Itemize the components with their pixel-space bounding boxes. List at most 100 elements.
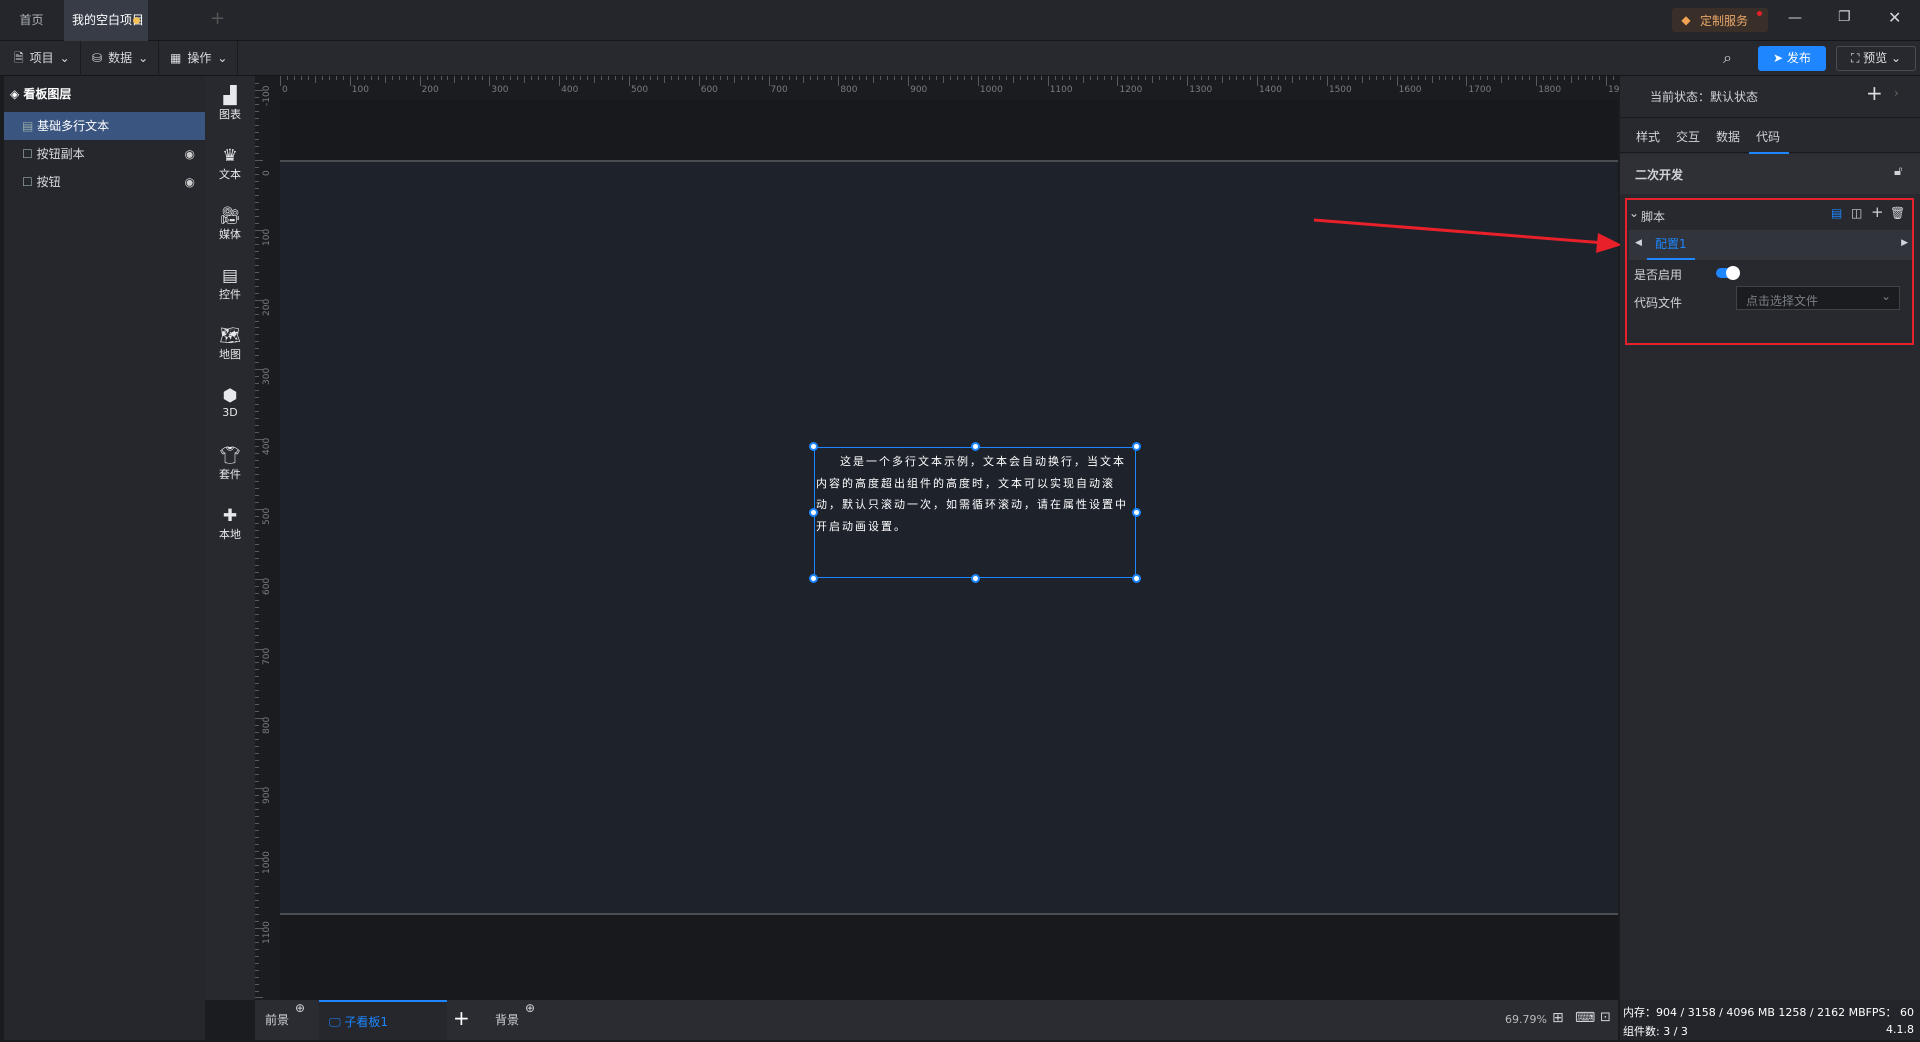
hidden-eye-icon[interactable]: ◉ — [185, 140, 195, 168]
menu-project[interactable]: 🗎 项目 ⌄ — [4, 41, 81, 76]
multiline-text-component[interactable]: 这是一个多行文本示例，文本会自动换行，当文本内容的高度超出组件的高度时，文本可以… — [809, 442, 1141, 583]
tab-data[interactable]: 数据 — [1716, 128, 1740, 145]
ruler-tick — [255, 983, 259, 985]
ruler-tick — [255, 285, 259, 287]
preview-button[interactable]: ⛶ 预览 ⌄ — [1836, 46, 1916, 71]
tool-map[interactable]: 🗺︎ 地图 — [205, 326, 255, 362]
foreground-tab[interactable]: 前景 ⊕ — [255, 1000, 317, 1040]
custom-service-button[interactable]: ◆ 定制服务 — [1672, 8, 1768, 32]
ruler-tick — [255, 327, 259, 329]
ruler-tick — [656, 76, 658, 80]
ruler-tick — [255, 160, 263, 161]
layout-icon[interactable]: ▤ — [1831, 206, 1842, 220]
add-icon[interactable]: + — [1871, 203, 1884, 221]
add-subboard-button[interactable]: + — [453, 1006, 470, 1030]
resize-handle[interactable] — [971, 574, 980, 583]
tool-label: 图表 — [219, 108, 241, 121]
layer-item[interactable]: ☐ 按钮 ◉ — [4, 168, 205, 196]
text-layer-icon: ▤ — [22, 119, 38, 133]
ruler-tick — [1222, 76, 1224, 83]
tool-cube[interactable]: ⬢ 3D — [205, 386, 255, 419]
ruler-tick — [880, 76, 882, 80]
collapse-chevron-icon[interactable]: ⌄ — [1629, 206, 1639, 220]
tool-kit[interactable]: 👕︎ 套件 — [205, 446, 255, 482]
tab-interaction[interactable]: 交互 — [1676, 128, 1700, 145]
split-layout-icon[interactable]: ◫ — [1851, 206, 1862, 220]
ruler-tick — [1612, 76, 1614, 80]
lock-icon[interactable]: 🔓︎ — [1894, 164, 1902, 179]
preview-label: 预览 — [1863, 51, 1888, 65]
button-layer-icon: ☐ — [22, 175, 37, 189]
menu-data[interactable]: ⛁ 数据 ⌄ — [82, 41, 160, 76]
layer-item[interactable]: ▤ 基础多行文本 — [4, 112, 205, 140]
tab-home[interactable]: 首页 — [0, 0, 63, 41]
search-icon[interactable]: ⌕ — [1723, 48, 1732, 68]
resize-handle[interactable] — [971, 442, 980, 451]
background-tab[interactable]: 背景 ⊕ — [485, 1000, 535, 1040]
tool-media[interactable]: 🎥︎ 媒体 — [205, 206, 255, 242]
chevron-down-icon: ⌄ — [138, 51, 149, 65]
hidden-eye-icon[interactable]: ◉ — [185, 168, 195, 196]
menu-operation[interactable]: ▦ 操作 ⌄ — [160, 41, 239, 76]
ruler-tick — [255, 739, 259, 741]
add-circle-icon[interactable]: ⊕ — [295, 988, 305, 1028]
ruler-tick — [1501, 76, 1503, 83]
scroll-left-icon[interactable]: ◀ — [1635, 238, 1642, 248]
close-button[interactable]: ✕ — [1888, 8, 1901, 27]
ruler-tick — [255, 166, 259, 168]
tool-puzzle[interactable]: ✚ 本地 — [205, 506, 255, 542]
trash-icon[interactable]: 🗑︎ — [1890, 206, 1905, 220]
tool-chart[interactable]: ▟ 图表 — [205, 86, 255, 122]
ruler-tick — [768, 76, 770, 86]
memory-usage: 内存：904 / 3158 / 4096 MB 1258 / 2162 MB — [1623, 1006, 1866, 1019]
tab-code[interactable]: 代码 — [1749, 128, 1789, 154]
tab-project[interactable]: 我的空白项目 — [64, 0, 148, 41]
ruler-label: 800 — [262, 717, 272, 735]
scroll-right-icon[interactable]: ▶ — [1901, 238, 1908, 248]
ruler-tick — [255, 690, 259, 692]
section-title: 二次开发 — [1635, 168, 1684, 182]
resize-handle[interactable] — [809, 574, 818, 583]
config-tab[interactable]: 配置1 — [1647, 230, 1695, 260]
tab-style[interactable]: 样式 — [1636, 128, 1660, 145]
ruler-label: 1100 — [262, 920, 272, 944]
minimize-button[interactable]: — — [1788, 10, 1802, 26]
fit-screen-icon[interactable]: ⊞ — [1552, 1010, 1564, 1026]
resize-handle[interactable] — [1132, 574, 1141, 583]
ruler-tick — [1208, 76, 1210, 80]
code-file-select[interactable]: 点击选择文件 ⌄ — [1736, 286, 1900, 310]
add-tab-button[interactable]: + — [210, 8, 225, 29]
publish-button[interactable]: ➤ 发布 — [1758, 46, 1826, 71]
resize-handle[interactable] — [1132, 442, 1141, 451]
ruler-tick — [475, 76, 477, 80]
ruler-tick — [255, 746, 259, 748]
ruler-tick — [1291, 76, 1293, 83]
restore-button[interactable]: ❐ — [1838, 9, 1851, 25]
chevron-right-icon[interactable]: › — [1894, 86, 1899, 100]
layer-item[interactable]: ☐ 按钮副本 ◉ — [4, 140, 205, 168]
resize-handle[interactable] — [1132, 508, 1141, 517]
resize-handle[interactable] — [809, 508, 818, 517]
menu-label: 操作 — [187, 51, 212, 65]
ruler-tick — [1271, 76, 1273, 80]
ruler-tick — [255, 997, 263, 999]
enable-toggle[interactable] — [1716, 266, 1740, 280]
ruler-label: 300 — [491, 85, 509, 95]
resize-handle[interactable] — [809, 442, 818, 451]
tool-text[interactable]: ♛ 文本 — [205, 146, 255, 182]
ruler-tick — [1585, 76, 1587, 80]
ruler-tick — [255, 767, 259, 769]
subboard-tab[interactable]: 🖵 子看板1 — [319, 1000, 447, 1040]
ruler-tick — [1194, 76, 1196, 80]
tool-control[interactable]: ▤ 控件 — [205, 266, 255, 302]
keyboard-icon[interactable]: ⌨ — [1575, 1010, 1595, 1026]
ruler-tick — [255, 962, 259, 964]
ruler-tick — [1117, 76, 1119, 86]
add-state-button[interactable]: + — [1866, 81, 1883, 105]
terminal-icon[interactable]: ⊡ — [1600, 1010, 1611, 1025]
add-circle-icon[interactable]: ⊕ — [525, 988, 535, 1028]
secondary-dev-section: 二次开发 🔓︎ — [1620, 154, 1920, 194]
ruler-tick — [286, 76, 288, 80]
ruler-tick — [255, 334, 259, 336]
ruler-tick — [255, 732, 259, 734]
